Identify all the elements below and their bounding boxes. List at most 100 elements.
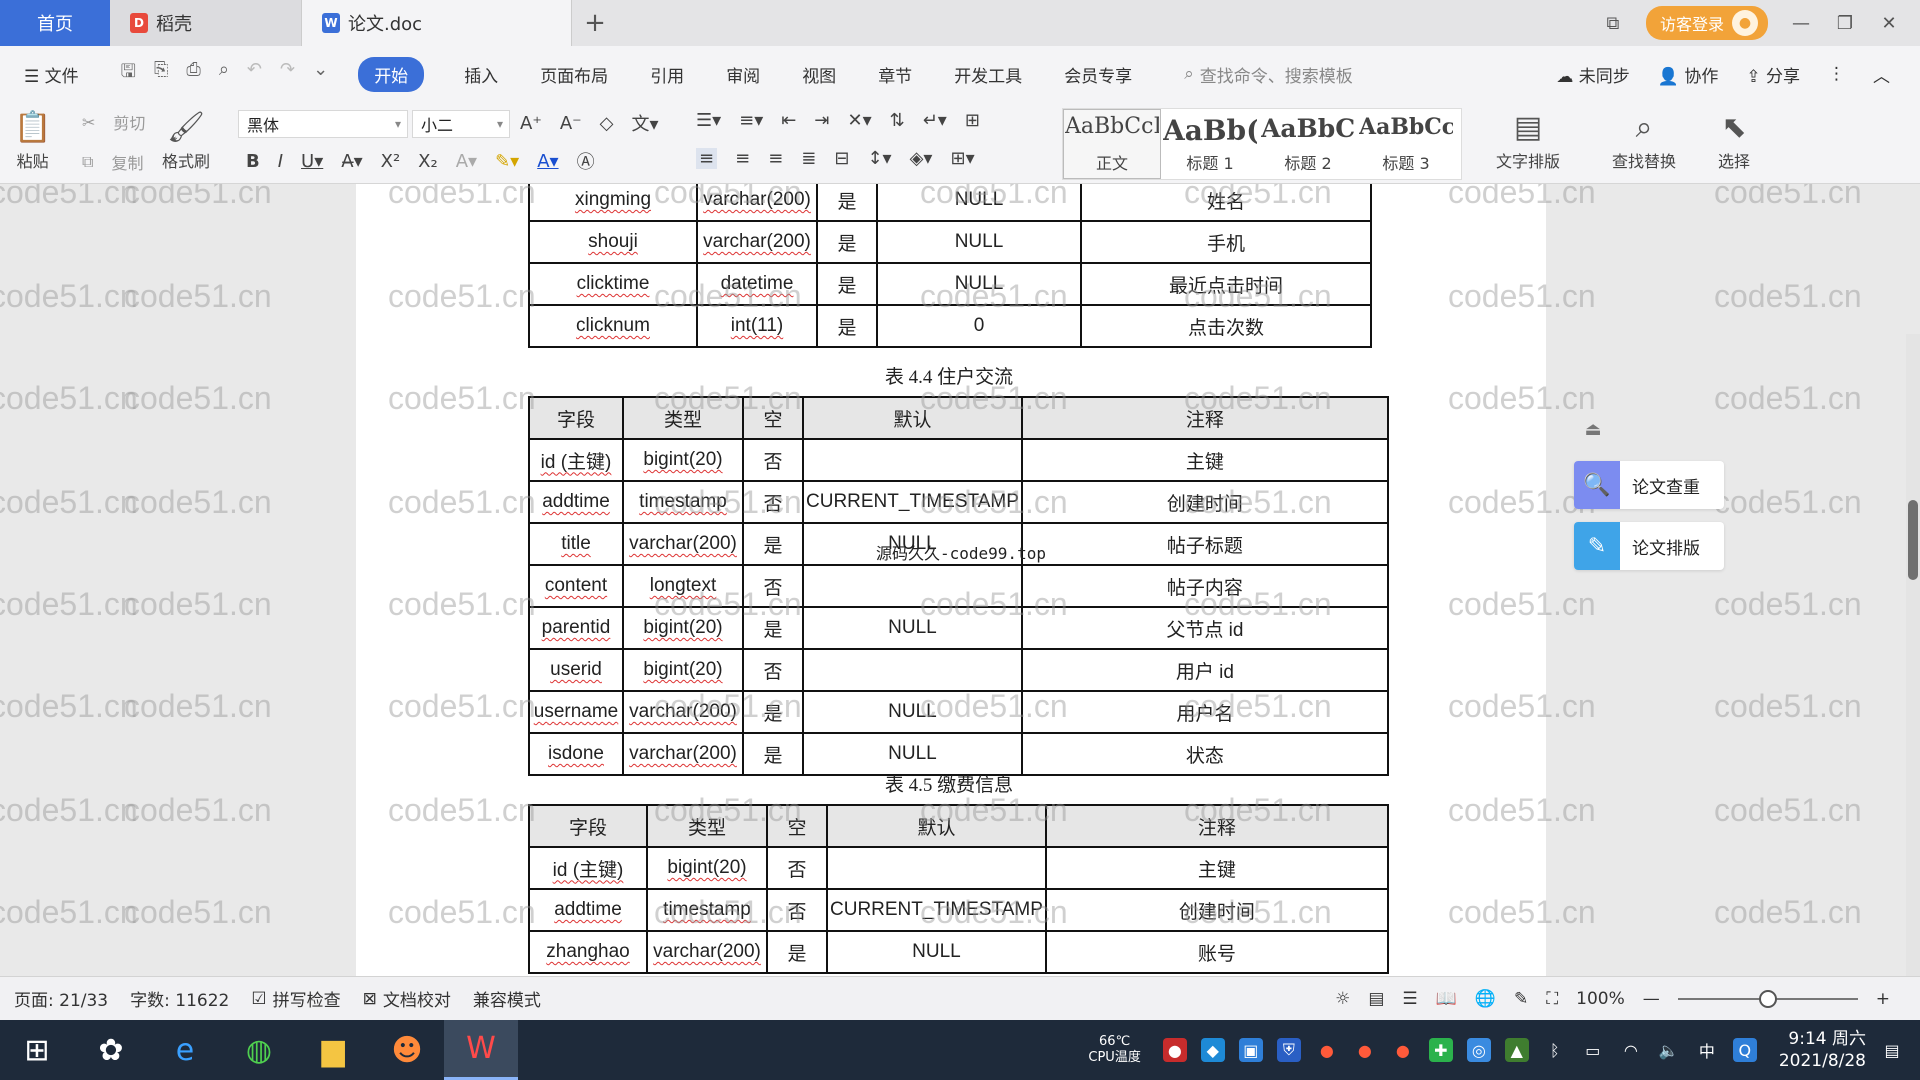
style-heading-1[interactable]: AaBb( 标题 1: [1161, 109, 1259, 179]
table-cell[interactable]: NULL: [876, 184, 1082, 222]
table-cell[interactable]: 姓名: [1080, 184, 1372, 222]
highlight-icon[interactable]: ✎▾: [495, 151, 519, 172]
fit-page-icon[interactable]: ⛶: [1546, 989, 1558, 1009]
table-cell[interactable]: userid: [528, 648, 624, 692]
table-cell[interactable]: content: [528, 564, 624, 608]
wifi-icon[interactable]: ◠: [1619, 1038, 1643, 1062]
table-cell[interactable]: bigint(20): [622, 648, 744, 692]
file-explorer-icon[interactable]: ▆: [296, 1020, 370, 1080]
table-cell[interactable]: 用户名: [1020, 690, 1389, 734]
clock[interactable]: 9:14 周六 2021/8/28: [1779, 1028, 1866, 1072]
table-cell[interactable]: 否: [742, 648, 804, 692]
tab-docer[interactable]: D 稻壳: [110, 0, 302, 46]
table-cell[interactable]: bigint(20): [622, 606, 744, 650]
wps-writer-icon[interactable]: W: [444, 1020, 518, 1080]
web-view-icon[interactable]: 🌐: [1475, 989, 1496, 1009]
find-replace-button[interactable]: ⌕ 查找替换: [1612, 106, 1676, 172]
shrink-font-icon[interactable]: A⁻: [560, 113, 582, 134]
file-menu[interactable]: ☰ 文件: [24, 62, 79, 87]
start-icon[interactable]: ⊞: [0, 1020, 74, 1080]
nvidia-icon[interactable]: ▲: [1504, 1038, 1529, 1062]
print-icon[interactable]: ⎙: [186, 59, 200, 89]
table-cell[interactable]: 用户 id: [1020, 648, 1389, 692]
clear-format-icon[interactable]: ◇: [600, 113, 614, 134]
game-app-icon[interactable]: ☻: [370, 1020, 444, 1080]
table-cell[interactable]: isdone: [528, 732, 624, 776]
browser-360-icon[interactable]: ◍: [222, 1020, 296, 1080]
table-cell[interactable]: 手机: [1080, 220, 1372, 264]
chinese-layout-icon[interactable]: ✕▾: [847, 110, 871, 131]
table-cell[interactable]: clicknum: [528, 304, 698, 348]
table-cell[interactable]: xingming: [528, 184, 698, 222]
vertical-scrollbar[interactable]: [1906, 334, 1920, 976]
distribute-icon[interactable]: ⊟: [834, 148, 849, 169]
table-cell[interactable]: zhanghao: [528, 930, 648, 974]
menu-developer[interactable]: 开发工具: [954, 62, 1022, 87]
increase-indent-icon[interactable]: ⇥: [814, 110, 829, 131]
table-cell[interactable]: 否: [766, 888, 828, 932]
table-cell[interactable]: varchar(200): [622, 690, 744, 734]
table-cell[interactable]: varchar(200): [646, 930, 768, 974]
tray-app-icon[interactable]: Q: [1732, 1038, 1757, 1062]
table-cell[interactable]: 否: [742, 438, 804, 482]
show-marks-icon[interactable]: ↵▾: [923, 110, 947, 131]
home-tab[interactable]: 首页: [0, 0, 110, 46]
table-cell[interactable]: 是: [816, 262, 878, 306]
table-cell[interactable]: 是: [742, 606, 804, 650]
proofread-button[interactable]: ⊠ 文档校对: [363, 986, 451, 1012]
table-cell[interactable]: addtime: [528, 888, 648, 932]
table-cell[interactable]: bigint(20): [622, 438, 744, 482]
tray-app-icon[interactable]: ◎: [1466, 1038, 1491, 1062]
collapse-ribbon-icon[interactable]: ︿: [1873, 62, 1890, 87]
select-button[interactable]: ⬉ 选择: [1718, 106, 1750, 172]
menu-view[interactable]: 视图: [802, 62, 836, 87]
font-color-icon[interactable]: A▾: [537, 151, 558, 172]
char-border-icon[interactable]: Ⓐ: [577, 148, 595, 174]
table-cell[interactable]: 点击次数: [1080, 304, 1372, 348]
table-cell[interactable]: 否: [766, 846, 828, 890]
table-cell[interactable]: NULL: [876, 262, 1082, 306]
tray-app-icon[interactable]: ●: [1162, 1038, 1187, 1062]
underline-icon[interactable]: U▾: [301, 151, 323, 172]
table-cell[interactable]: NULL: [802, 606, 1023, 650]
spell-check-button[interactable]: ☑ 拼写检查: [251, 986, 340, 1012]
outline-view-icon[interactable]: ☰: [1402, 989, 1417, 1009]
strikethrough-icon[interactable]: A̶▾: [341, 151, 362, 172]
table-cell[interactable]: 否: [742, 480, 804, 524]
shield-icon[interactable]: ⛨: [1276, 1038, 1301, 1062]
justify-icon[interactable]: ≣: [801, 148, 816, 169]
page-indicator[interactable]: 页面: 21/33: [14, 986, 108, 1011]
text-effect-icon[interactable]: A▾: [456, 151, 477, 172]
align-center-icon[interactable]: ≡: [735, 148, 750, 169]
table-cell[interactable]: shouji: [528, 220, 698, 264]
style-heading-2[interactable]: AaBbC 标题 2: [1259, 109, 1357, 179]
table-cell[interactable]: 账号: [1044, 930, 1389, 974]
shading-icon[interactable]: ◈▾: [910, 148, 933, 169]
tray-app-icon[interactable]: ●: [1391, 1038, 1415, 1062]
customize-icon[interactable]: ⌄: [313, 59, 328, 89]
text-layout-button[interactable]: ▤ 文字排版: [1496, 106, 1560, 172]
word-count[interactable]: 字数: 11622: [130, 986, 229, 1011]
table-cell[interactable]: varchar(200): [696, 220, 818, 264]
battery-icon[interactable]: ▭: [1581, 1038, 1605, 1062]
table-cell[interactable]: 否: [742, 564, 804, 608]
table-cell[interactable]: clicktime: [528, 262, 698, 306]
table-cell[interactable]: 是: [766, 930, 828, 974]
minimize-icon[interactable]: —: [1790, 13, 1812, 34]
menu-home[interactable]: 开始: [358, 56, 425, 92]
window-layout-icon[interactable]: ⧉: [1602, 13, 1624, 34]
paste-button[interactable]: 📋 粘贴: [14, 106, 51, 172]
ime-indicator[interactable]: 中: [1695, 1038, 1719, 1062]
line-spacing-icon[interactable]: ↕▾: [867, 148, 891, 169]
table-cell[interactable]: 主键: [1020, 438, 1389, 482]
table-cell[interactable]: 是: [816, 304, 878, 348]
collab-button[interactable]: 👤 协作: [1658, 62, 1719, 87]
share-button[interactable]: ⇪ 分享: [1746, 62, 1800, 87]
table-cell[interactable]: 主键: [1044, 846, 1389, 890]
menu-page-layout[interactable]: 页面布局: [540, 62, 608, 87]
table-cell[interactable]: longtext: [622, 564, 744, 608]
table-cell[interactable]: int(11): [696, 304, 818, 348]
zoom-out-icon[interactable]: —: [1643, 989, 1660, 1009]
volume-icon[interactable]: 🔈: [1657, 1038, 1681, 1062]
superscript-icon[interactable]: X²: [381, 151, 401, 172]
